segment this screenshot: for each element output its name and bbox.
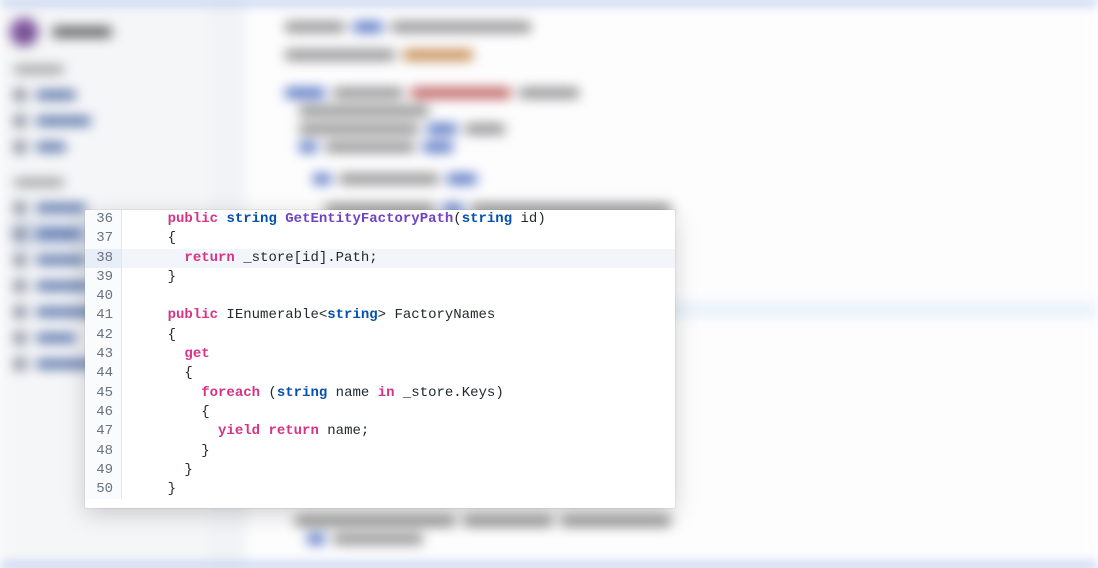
- code-content[interactable]: public IEnumerable<string> FactoryNames: [122, 306, 495, 325]
- line-number: 45: [85, 384, 122, 403]
- code-content[interactable]: [122, 287, 134, 306]
- line-number: 38: [85, 249, 122, 268]
- code-line[interactable]: 49 }: [85, 461, 675, 480]
- code-content[interactable]: yield return name;: [122, 422, 369, 441]
- line-number: 44: [85, 364, 122, 383]
- code-content[interactable]: {: [122, 364, 193, 383]
- workspace-avatar: [10, 18, 38, 46]
- code-line[interactable]: 36 public string GetEntityFactoryPath(st…: [85, 210, 675, 229]
- line-number: 39: [85, 268, 122, 287]
- line-number: 43: [85, 345, 122, 364]
- line-number: 36: [85, 210, 122, 229]
- line-number: 50: [85, 480, 122, 499]
- code-line[interactable]: 42 {: [85, 326, 675, 345]
- code-content[interactable]: {: [122, 403, 210, 422]
- code-content[interactable]: }: [122, 268, 176, 287]
- code-line[interactable]: 46 {: [85, 403, 675, 422]
- code-snippet-popup: 36 public string GetEntityFactoryPath(st…: [85, 210, 675, 508]
- code-line[interactable]: 43 get: [85, 345, 675, 364]
- code-content[interactable]: {: [122, 326, 176, 345]
- code-line[interactable]: 40: [85, 287, 675, 306]
- code-line[interactable]: 45 foreach (string name in _store.Keys): [85, 384, 675, 403]
- line-number: 37: [85, 229, 122, 248]
- code-content[interactable]: get: [122, 345, 210, 364]
- line-number: 49: [85, 461, 122, 480]
- code-line[interactable]: 44 {: [85, 364, 675, 383]
- code-line[interactable]: 48 }: [85, 442, 675, 461]
- code-content[interactable]: }: [122, 461, 193, 480]
- line-number: 47: [85, 422, 122, 441]
- code-content[interactable]: }: [122, 442, 210, 461]
- line-number: 40: [85, 287, 122, 306]
- line-number: 41: [85, 306, 122, 325]
- code-line[interactable]: 47 yield return name;: [85, 422, 675, 441]
- code-line[interactable]: 37 {: [85, 229, 675, 248]
- code-content[interactable]: {: [122, 229, 176, 248]
- code-line[interactable]: 50 }: [85, 480, 675, 499]
- workspace-title: [52, 27, 112, 37]
- line-number: 46: [85, 403, 122, 422]
- line-number: 48: [85, 442, 122, 461]
- code-line[interactable]: 39 }: [85, 268, 675, 287]
- code-content[interactable]: }: [122, 480, 176, 499]
- code-content[interactable]: foreach (string name in _store.Keys): [122, 384, 504, 403]
- code-line[interactable]: 38 return _store[id].Path;: [85, 249, 675, 268]
- code-content[interactable]: public string GetEntityFactoryPath(strin…: [122, 210, 546, 229]
- code-line[interactable]: 41 public IEnumerable<string> FactoryNam…: [85, 306, 675, 325]
- line-number: 42: [85, 326, 122, 345]
- code-content[interactable]: return _store[id].Path;: [122, 249, 378, 268]
